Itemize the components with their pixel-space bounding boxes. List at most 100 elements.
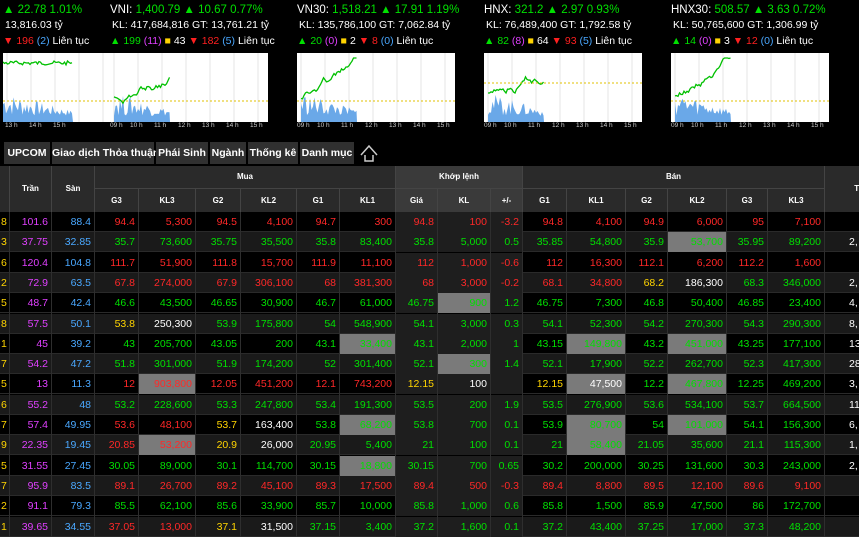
unchanged: 3 xyxy=(723,35,733,47)
table-row[interactable]: 3 37.75 32.85 35.7 73,600 35.75 35,500 35.8 83,4… xyxy=(0,232,859,253)
table-row[interactable]: 9 22.35 19.45 20.85 53,200 20.9 26,000 20.95 5,4… xyxy=(0,435,859,456)
ceiling-price: 31.55 xyxy=(21,459,48,472)
header-g3[interactable]: G3 xyxy=(727,188,768,212)
ask-volume-1: 16,300 xyxy=(589,256,622,269)
header-kl1[interactable]: KL1 xyxy=(567,188,626,212)
header-kl2[interactable]: KL2 xyxy=(241,188,297,212)
ask-volume-1: 276,900 xyxy=(584,398,622,411)
header-kl3[interactable]: KL3 xyxy=(139,188,196,212)
table-row[interactable]: 6 120.4 104.8 111.7 51,900 111.8 15,700 111.9 11… xyxy=(0,252,859,273)
header-g2[interactable]: G2 xyxy=(626,188,668,212)
tab-giao-dich-thoa-thuan[interactable]: Giao dịch Thỏa thuận xyxy=(52,142,159,164)
intraday-chart[interactable] xyxy=(297,53,455,122)
header-san[interactable]: Sàn xyxy=(52,166,95,212)
index-panel[interactable]: VNI: 1,400.79 ▲ 10.67 0.77% KL: 417,684,8… xyxy=(95,0,295,138)
intraday-chart[interactable] xyxy=(671,53,829,122)
index-panel[interactable]: ▲ 22.78 1.01% 13,816.03 tỷ ▼ 196 (2) Liên … xyxy=(0,0,161,138)
index-change: ▲ 17.91 1.19% xyxy=(380,4,460,16)
header-kl[interactable]: KL xyxy=(438,188,491,212)
bid-volume-1: 548,900 xyxy=(354,317,392,330)
tab-thong-ke[interactable]: Thống kê xyxy=(248,142,298,164)
tab-danh-muc[interactable]: Danh mục xyxy=(300,142,354,164)
header-g1[interactable]: G1 xyxy=(297,188,340,212)
floor-price: 42.4 xyxy=(70,297,91,310)
header-g2[interactable]: G2 xyxy=(196,188,241,212)
table-row[interactable]: 5 48.7 42.4 46.6 43,500 46.65 30,900 46.7 61,000… xyxy=(0,293,859,314)
bid-price-3: 51.8 xyxy=(114,358,135,371)
ask-price-1: 85.8 xyxy=(542,500,563,513)
bid-volume-3: 43,500 xyxy=(159,297,192,310)
table-row[interactable]: 7 95.9 83.5 89.1 26,700 89.2 45,100 89.3 17,500 8… xyxy=(0,475,859,496)
header-tran[interactable]: Trần xyxy=(10,166,52,212)
table-row[interactable]: 1 45 39.2 43 205,700 43.05 200 43.1 33,400 43.1 2,… xyxy=(0,333,859,354)
ask-price-3: 37.3 xyxy=(743,520,764,533)
tab-upcom[interactable]: UPCOM xyxy=(4,142,50,164)
header-kl3[interactable]: KL3 xyxy=(768,188,825,212)
intraday-chart[interactable] xyxy=(110,53,268,122)
time-axis: 09 h 10 h 11 h 12 h 13 h 14 h 15 h xyxy=(484,122,642,132)
table-row[interactable]: 8 101.6 88.4 94.4 5,300 94.5 4,100 94.7 300 94.8 1… xyxy=(0,212,859,232)
table-row[interactable]: 8 57.5 50.1 53.8 250,300 53.9 175,800 54 548,900… xyxy=(0,313,859,334)
table-row[interactable]: 7 57.4 49.95 53.6 48,100 53.7 163,400 53.8 68,20… xyxy=(0,415,859,435)
match-change: 0.6 xyxy=(491,496,523,517)
header-g3[interactable]: G3 xyxy=(95,188,139,212)
match-volume: 1,600 xyxy=(438,516,491,537)
table-row[interactable]: 7 54.2 47.2 51.8 301,000 51.9 174,200 52 301,400… xyxy=(0,354,859,375)
match-change: -3.2 xyxy=(491,212,523,232)
bid-volume-2: 30,900 xyxy=(260,297,293,310)
bid-price-1: 111.9 xyxy=(311,256,336,269)
table-row[interactable]: 2 91.1 79.3 85.5 62,100 85.6 33,900 85.7 10,000 8… xyxy=(0,496,859,517)
bid-volume-1: 743,200 xyxy=(354,378,392,391)
bid-volume-1: 10,000 xyxy=(359,500,392,513)
table-row[interactable]: 1 39.65 34.55 37.05 13,000 37.1 31,500 37.15 3,4… xyxy=(0,516,859,537)
ask-volume-2: 53,700 xyxy=(668,232,727,253)
ceiling-price: 45 xyxy=(36,337,48,350)
table-row[interactable]: 6 55.2 48 53.2 228,600 53.3 247,800 53.4 191,300… xyxy=(0,394,859,415)
bid-price-3: 43 xyxy=(123,337,135,350)
header-kl2[interactable]: KL2 xyxy=(668,188,727,212)
bid-volume-2: 33,900 xyxy=(260,500,293,513)
intraday-chart-svg xyxy=(484,53,642,122)
bid-volume-1: 17,500 xyxy=(359,479,392,492)
ask-price-1: 30.2 xyxy=(542,459,563,472)
ceiling-count: (11) xyxy=(143,35,165,47)
header-g1[interactable]: G1 xyxy=(523,188,567,212)
tab-phai-sinh[interactable]: Phái Sinh xyxy=(156,142,208,164)
column-divider xyxy=(522,212,523,537)
column-divider xyxy=(490,212,491,537)
time-axis: 09 h 10 h 11 h 12 h 13 h 14 h 15 h xyxy=(297,122,455,132)
ask-price-1: 35.85 xyxy=(536,236,563,249)
index-panel[interactable]: HNX: 321.2 ▲ 2.97 0.93% KL: 76,489,400 GT… xyxy=(469,0,669,138)
tab-nganh[interactable]: Ngành xyxy=(210,142,246,164)
upload-icon[interactable] xyxy=(356,141,382,165)
ask-volume-3: 7,100 xyxy=(794,216,821,228)
intraday-chart[interactable] xyxy=(484,53,642,122)
ceiling-price: 55.2 xyxy=(27,398,48,411)
ask-price-1: 94.8 xyxy=(542,216,563,228)
table-row[interactable]: 2 72.9 63.5 67.8 274,000 67.9 306,100 68 381,300… xyxy=(0,272,859,293)
total-volume: 1, xyxy=(849,439,858,452)
index-panel[interactable]: VN30: 1,518.21 ▲ 17.91 1.19% KL: 135,786,… xyxy=(282,0,482,138)
match-volume: 100 xyxy=(438,374,491,395)
ask-price-3: 54.3 xyxy=(743,317,764,330)
index-value: 321.2 xyxy=(514,4,547,16)
ask-volume-1: 52,300 xyxy=(589,317,622,330)
ask-volume-2: 186,300 xyxy=(685,276,723,289)
header-gi[interactable]: Giá xyxy=(396,188,438,212)
bid-price-2: 20.9 xyxy=(216,439,237,452)
total-volume: 2, xyxy=(849,459,858,472)
price-line xyxy=(674,57,731,98)
table-row[interactable]: 5 13 11.3 12 903,800 12.05 451,200 12.1 743,200 1… xyxy=(0,374,859,395)
match-change xyxy=(491,374,523,395)
ceiling-price: 72.9 xyxy=(27,276,48,289)
header-[interactable]: +/- xyxy=(491,188,523,212)
match-change: 0.1 xyxy=(491,435,523,456)
table-row[interactable]: 5 31.55 27.45 30.05 89,000 30.1 114,700 30.15 18… xyxy=(0,455,859,476)
match-change: 0.5 xyxy=(491,232,523,253)
down-arrow-icon: ▼ xyxy=(188,35,202,47)
floor-price: 19.45 xyxy=(64,439,91,452)
header-kl1[interactable]: KL1 xyxy=(340,188,396,212)
ask-volume-3: 243,000 xyxy=(783,459,821,472)
header-tong[interactable]: Tổ xyxy=(825,166,859,212)
index-panel[interactable]: HNX30: 508.57 ▲ 3.63 0.72% KL: 50,765,600… xyxy=(656,0,856,138)
